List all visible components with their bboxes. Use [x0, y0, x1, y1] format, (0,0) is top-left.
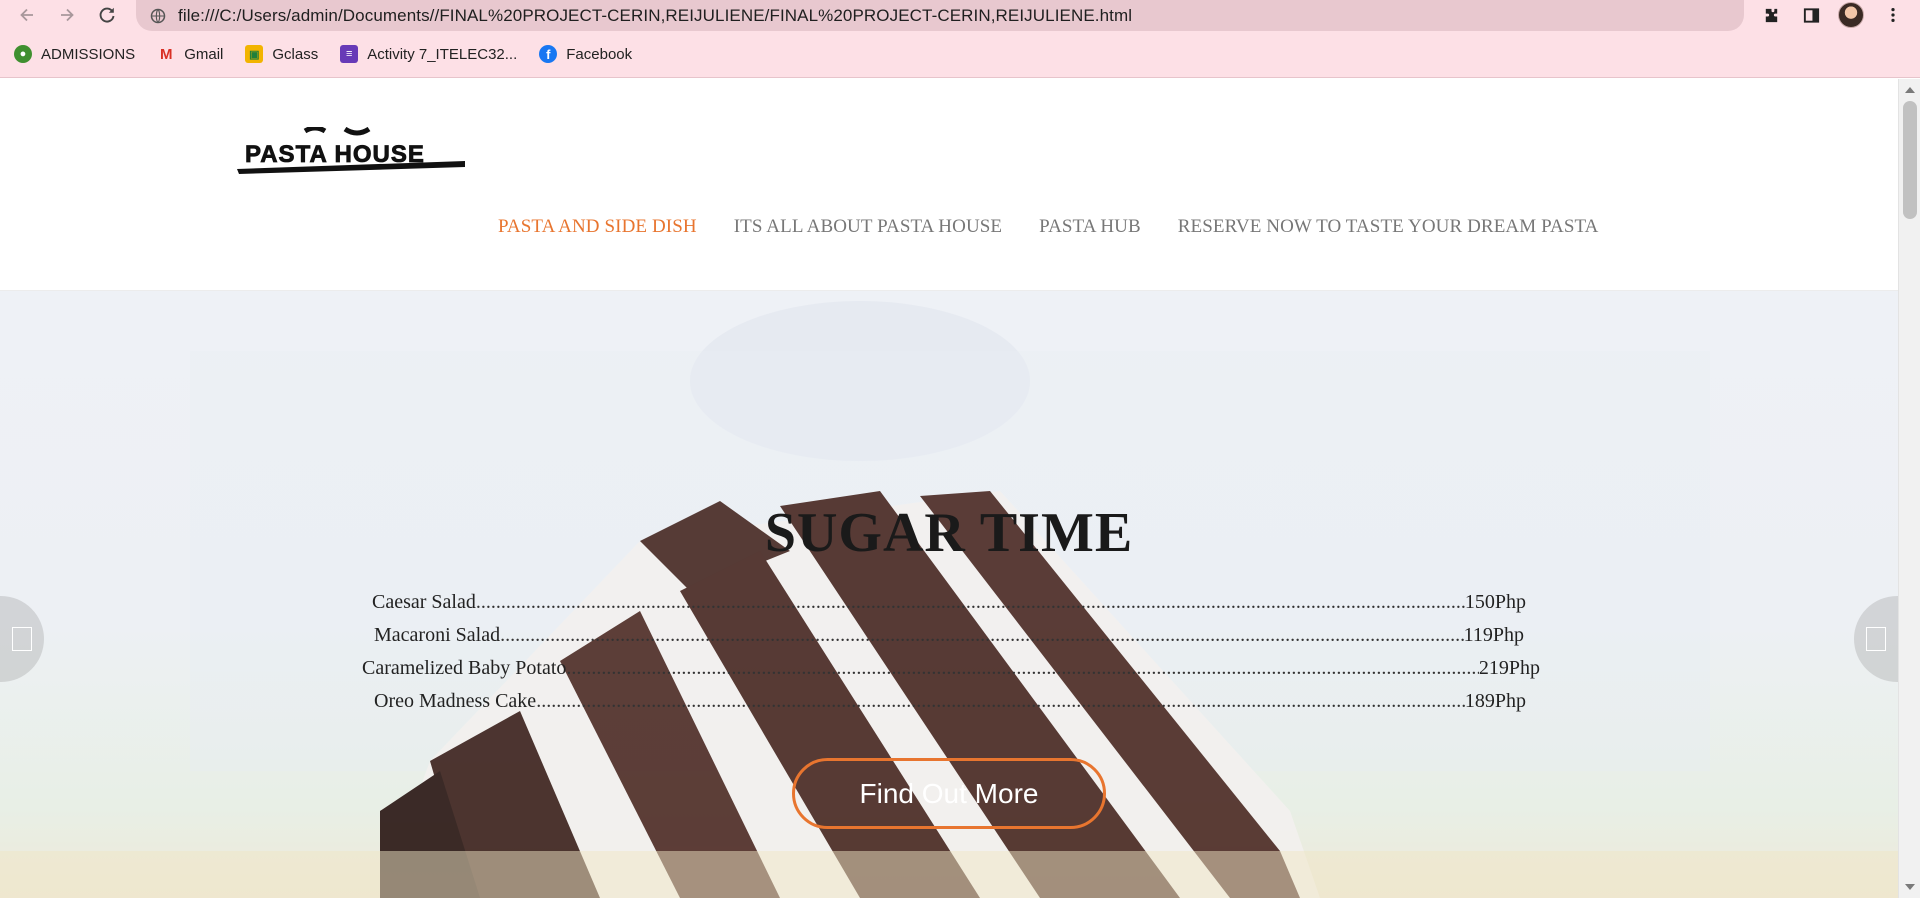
reload-button[interactable] [94, 2, 120, 28]
puzzle-icon [1765, 8, 1777, 22]
bookmark-label: Facebook [566, 45, 633, 63]
scroll-thumb[interactable] [1903, 101, 1917, 219]
nav-about[interactable]: ITS ALL ABOUT PASTA HOUSE [734, 216, 1002, 238]
side-panel-button[interactable] [1798, 2, 1824, 28]
page-scrollbar[interactable] [1898, 79, 1920, 898]
scroll-up-arrow-icon[interactable] [1905, 87, 1915, 93]
arrow-left-icon [20, 8, 33, 22]
hero-slider: SUGAR TIME Caesar Salad 150Php Macaroni … [0, 291, 1898, 898]
site-info-icon[interactable] [150, 8, 166, 24]
bookmark-gclass[interactable]: ▣ Gclass [245, 45, 318, 63]
admissions-icon: ● [14, 45, 32, 63]
reload-icon [99, 7, 115, 23]
bookmark-gmail[interactable]: M Gmail [157, 45, 223, 63]
address-bar[interactable]: file:///C:/Users/admin/Documents//FINAL%… [136, 0, 1744, 31]
bookmark-label: Gclass [272, 45, 319, 63]
missing-glyph-icon [12, 627, 32, 651]
menu-item: Caramelized Baby Potato 219Php [362, 657, 1542, 690]
bookmark-label: Gmail [184, 45, 224, 63]
menu-leader-dots [566, 657, 1478, 680]
bookmark-label: ADMISSIONS [41, 45, 136, 63]
bookmarks-bar: ● ADMISSIONS M Gmail ▣ Gclass ≡ Activity… [14, 42, 632, 66]
browser-menu-button[interactable] [1880, 2, 1906, 28]
hero-title: SUGAR TIME [764, 502, 1134, 564]
menu-item-name: Oreo Madness Cake [374, 690, 537, 712]
kebab-menu-icon [1891, 7, 1895, 23]
google-classroom-icon: ▣ [245, 45, 264, 63]
logo-text: PASTA HOUSE [245, 141, 425, 168]
extensions-button[interactable] [1758, 2, 1784, 28]
facebook-icon: f [539, 45, 558, 63]
menu-item-price: 189Php [1464, 690, 1526, 712]
site-header: PASTA HOUSE PASTA AND SIDE DISH ITS ALL … [0, 79, 1898, 291]
menu-item-name: Caramelized Baby Potato [362, 657, 567, 679]
forms-icon: ≡ [340, 45, 359, 63]
nav-pasta-and-side-dish[interactable]: PASTA AND SIDE DISH [498, 216, 697, 238]
menu-item: Oreo Madness Cake 189Php [362, 690, 1542, 723]
menu-item-price: 150Php [1464, 591, 1526, 613]
forward-button[interactable] [54, 2, 80, 28]
nav-reserve[interactable]: RESERVE NOW TO TASTE YOUR DREAM PASTA [1178, 216, 1599, 238]
pasta-house-logo[interactable]: PASTA HOUSE [235, 127, 467, 175]
menu-leader-dots [500, 624, 1464, 647]
bookmark-admissions[interactable]: ● ADMISSIONS [14, 45, 135, 63]
nav-pasta-hub[interactable]: PASTA HUB [1039, 216, 1141, 238]
arrow-right-icon [61, 8, 74, 22]
browser-chrome: file:///C:/Users/admin/Documents//FINAL%… [0, 0, 1920, 78]
url-text: file:///C:/Users/admin/Documents//FINAL%… [178, 5, 1133, 25]
gmail-icon: M [159, 45, 173, 63]
back-button[interactable] [14, 2, 40, 28]
bookmark-activity[interactable]: ≡ Activity 7_ITELEC32... [340, 45, 517, 63]
scroll-down-arrow-icon[interactable] [1905, 884, 1915, 890]
menu-item-price: 219Php [1478, 657, 1540, 679]
missing-glyph-icon [1866, 627, 1886, 651]
menu-leader-dots [476, 591, 1465, 614]
profile-avatar[interactable] [1838, 2, 1864, 28]
menu-list: Caesar Salad 150Php Macaroni Salad 119Ph… [362, 591, 1542, 723]
main-nav: PASTA AND SIDE DISH ITS ALL ABOUT PASTA … [498, 216, 1599, 238]
menu-item-price: 119Php [1463, 624, 1524, 646]
find-out-more-button[interactable]: Find Out More [792, 758, 1106, 829]
side-panel-icon [1803, 7, 1819, 23]
page-viewport: PASTA HOUSE PASTA AND SIDE DISH ITS ALL … [0, 79, 1898, 898]
menu-item: Macaroni Salad 119Php [362, 624, 1542, 657]
menu-item-name: Caesar Salad [372, 591, 476, 613]
menu-leader-dots [536, 690, 1465, 713]
menu-item: Caesar Salad 150Php [362, 591, 1542, 624]
menu-item-name: Macaroni Salad [374, 624, 501, 646]
bookmark-facebook[interactable]: f Facebook [539, 45, 632, 63]
bookmark-label: Activity 7_ITELEC32... [367, 45, 518, 63]
